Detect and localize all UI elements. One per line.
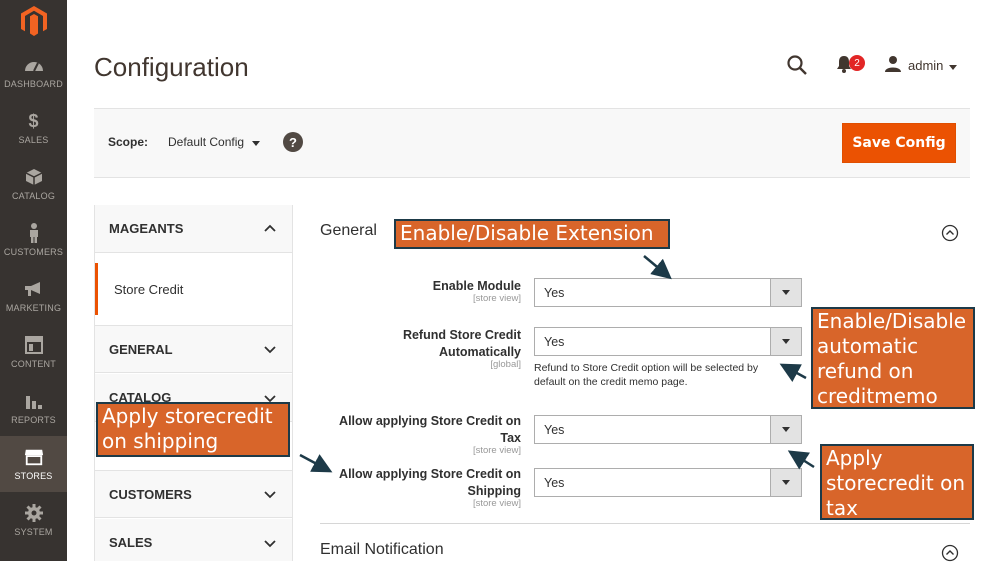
arrow-apply-tax <box>787 450 815 470</box>
arrow-enable-extension <box>643 255 672 280</box>
annotation-arrows <box>299 255 815 473</box>
arrow-auto-refund <box>779 363 807 382</box>
arrow-apply-shipping <box>299 453 333 473</box>
